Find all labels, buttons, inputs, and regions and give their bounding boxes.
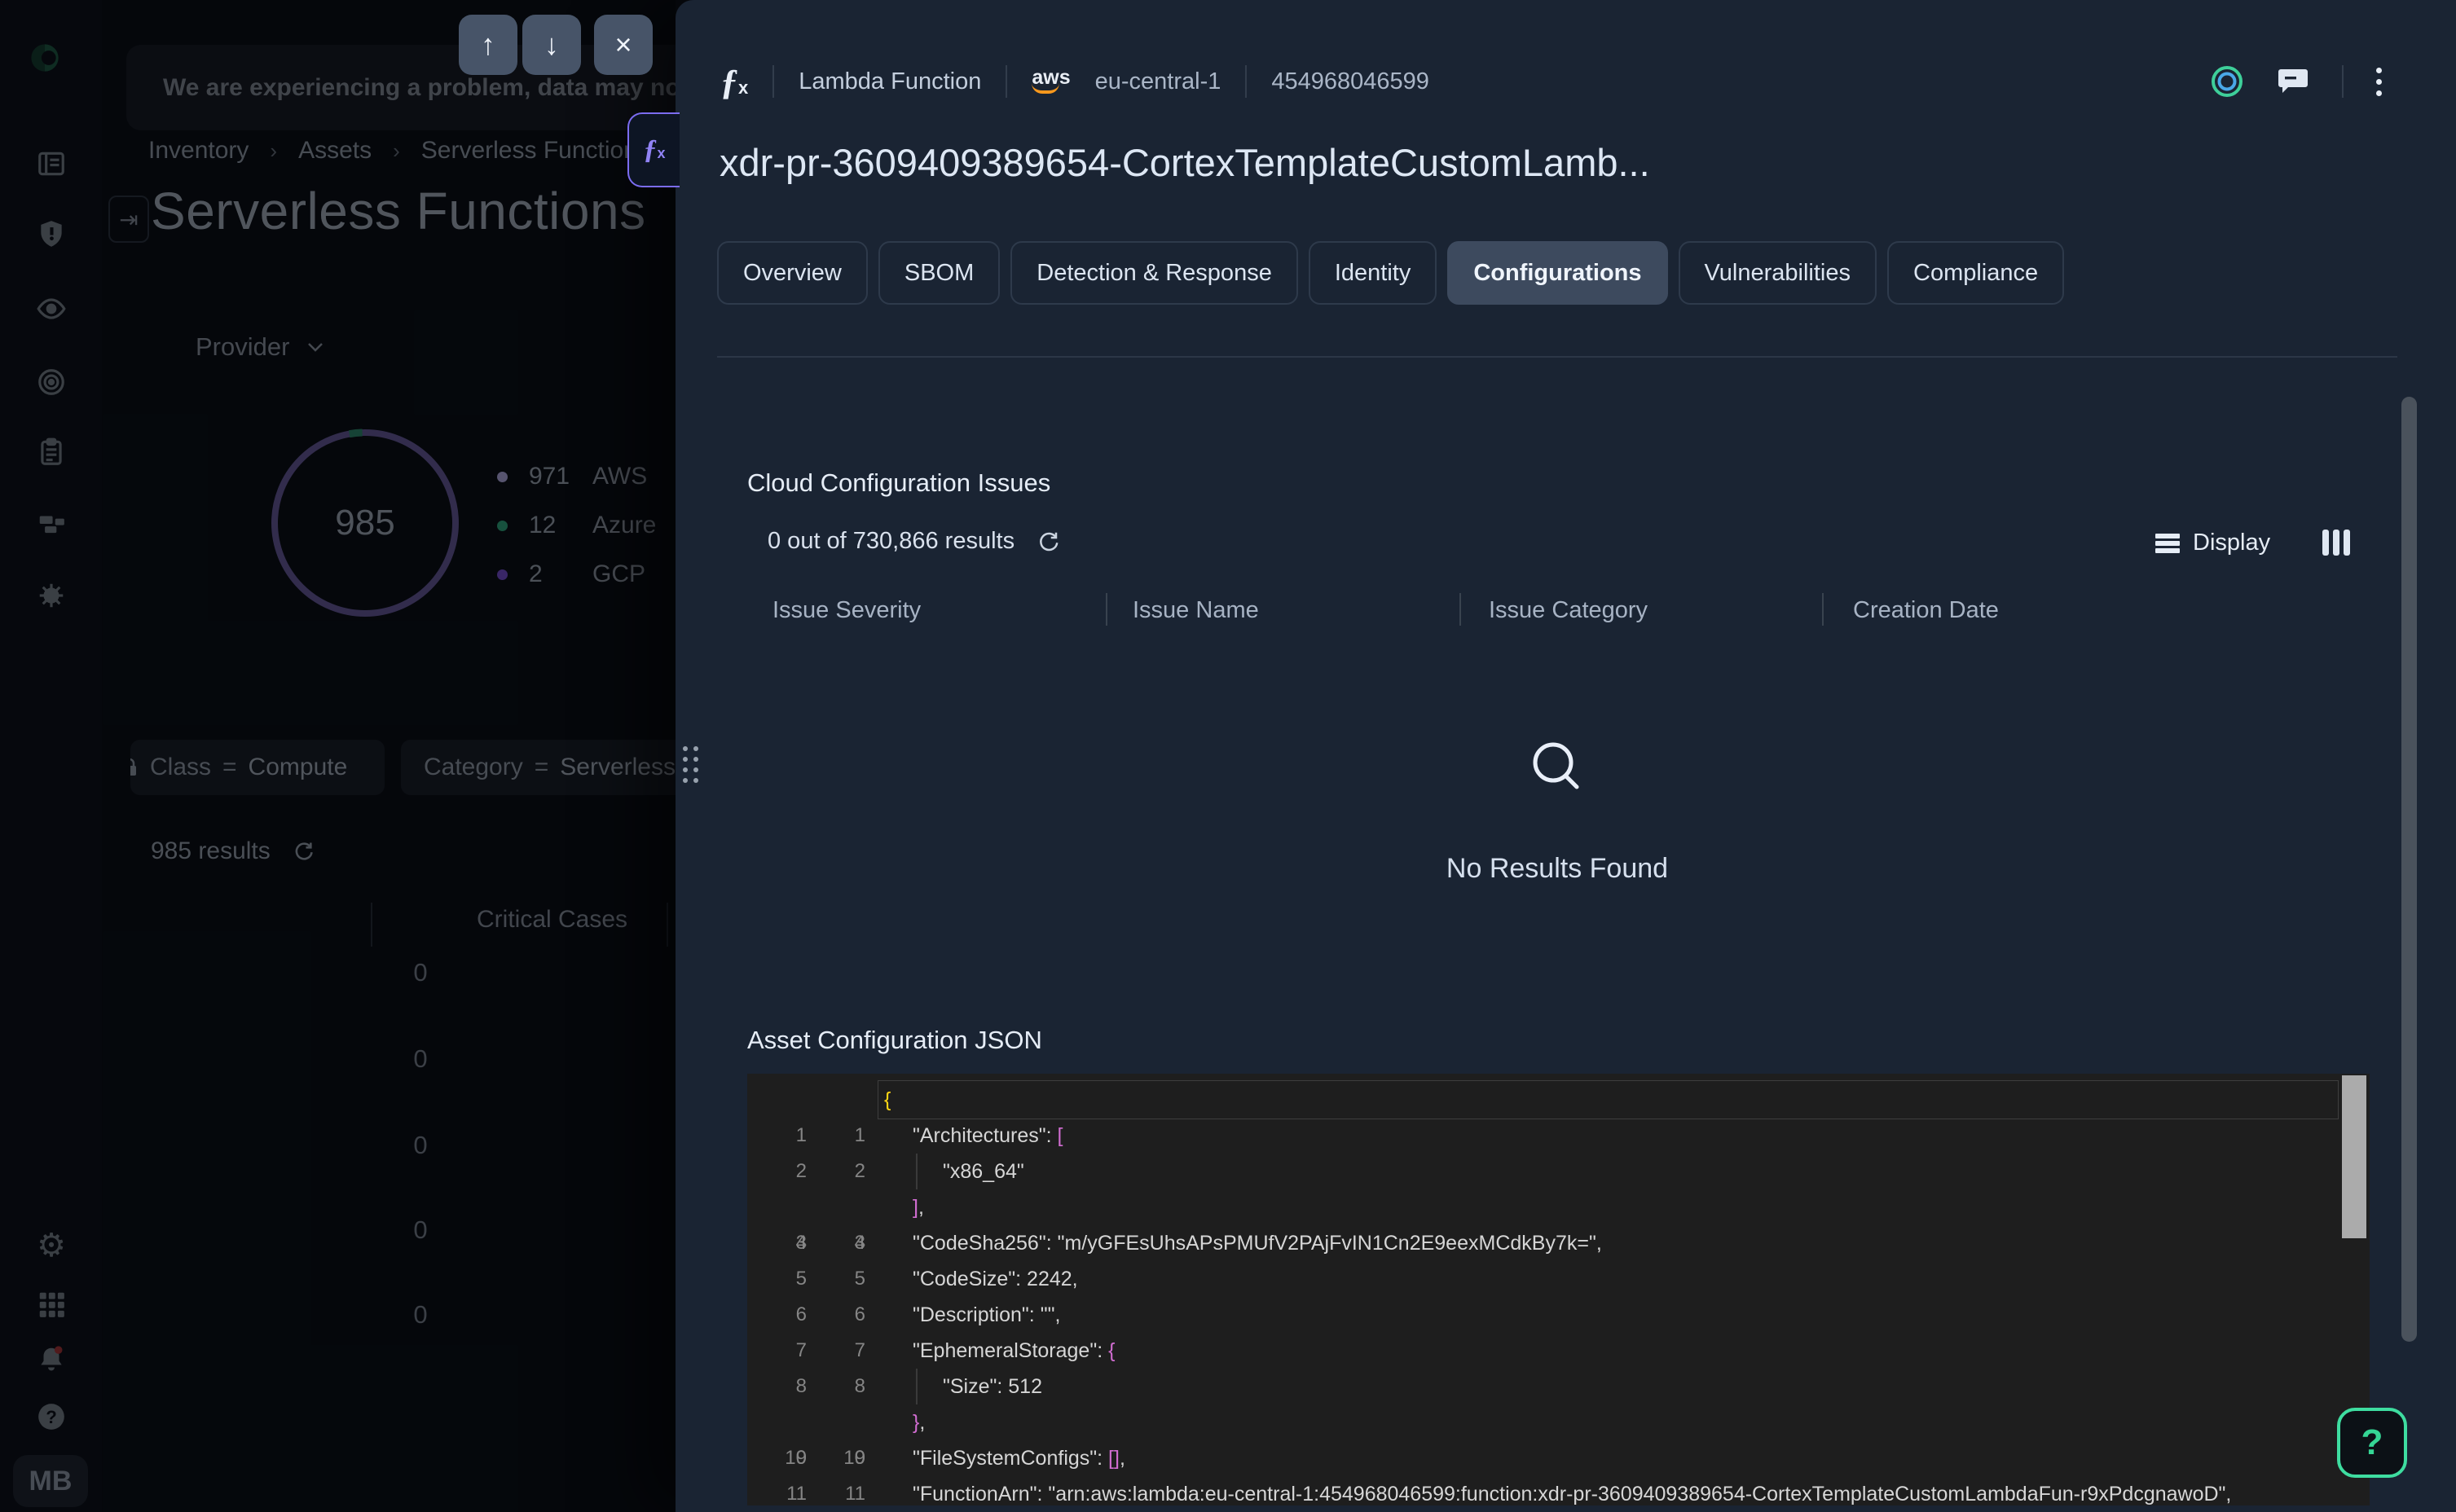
asset-title: xdr-pr-3609409389654-CortexTemplateCusto… <box>720 140 2349 185</box>
display-rows-icon <box>2155 533 2180 554</box>
panel-scrollbar-thumb[interactable] <box>2401 397 2417 1342</box>
code-line: 11 { <box>747 1082 2370 1118</box>
no-results-text: No Results Found <box>1394 853 1720 885</box>
tab-detection-response[interactable]: Detection & Response <box>1010 241 1298 305</box>
more-options-icon[interactable] <box>2376 62 2382 102</box>
prev-asset-button[interactable]: ↑ <box>459 15 517 75</box>
lambda-fx-icon: ƒx <box>643 134 665 165</box>
ai-ring-icon[interactable] <box>2210 64 2244 99</box>
code-scrollbar-thumb[interactable] <box>2342 1075 2366 1238</box>
tab-vulnerabilities[interactable]: Vulnerabilities <box>1679 241 1877 305</box>
tabs-divider <box>717 356 2397 358</box>
actions-divider <box>2342 65 2344 98</box>
tab-identity[interactable]: Identity <box>1309 241 1437 305</box>
code-line: 22 "Architectures": [ <box>747 1118 2370 1154</box>
chat-icon[interactable] <box>2277 66 2309 97</box>
panel-header: ƒx Lambda Function aws eu-central-1 4549… <box>720 57 1429 106</box>
code-line: 55 "CodeSha256": "m/yGFEsUhsAPsPMUfV2PAj… <box>747 1225 2370 1261</box>
json-section-heading: Asset Configuration JSON <box>747 1026 1042 1055</box>
col-issue-name[interactable]: Issue Name <box>1133 597 1259 624</box>
code-line: 99 "Size": 512 <box>747 1369 2370 1404</box>
header-divider <box>1245 65 1247 98</box>
header-divider <box>1006 65 1007 98</box>
display-button[interactable]: Display <box>2155 530 2270 556</box>
panel-actions <box>2210 60 2382 103</box>
lambda-panel-tab[interactable]: ƒx <box>627 112 680 187</box>
col-creation-date[interactable]: Creation Date <box>1853 597 1999 624</box>
refresh-icon[interactable] <box>1036 530 1060 554</box>
column-divider[interactable] <box>1106 593 1107 626</box>
code-line: 1010 }, <box>747 1404 2370 1440</box>
modal-dim-overlay <box>0 0 676 1512</box>
issues-results-summary: 0 out of 730,866 results <box>768 528 1060 555</box>
code-line: 77 "Description": "", <box>747 1297 2370 1333</box>
next-asset-button[interactable]: ↓ <box>522 15 581 75</box>
col-issue-category[interactable]: Issue Category <box>1489 597 1648 624</box>
col-issue-severity[interactable]: Issue Severity <box>772 597 921 624</box>
column-divider[interactable] <box>1459 593 1461 626</box>
panel-tabs: Overview SBOM Detection & Response Ident… <box>717 241 2064 305</box>
manage-columns-icon[interactable] <box>2322 530 2350 556</box>
close-panel-button[interactable]: × <box>594 15 653 75</box>
help-button[interactable]: ? <box>2337 1408 2407 1478</box>
column-divider[interactable] <box>1822 593 1824 626</box>
tab-configurations[interactable]: Configurations <box>1447 241 1667 305</box>
tab-compliance[interactable]: Compliance <box>1887 241 2064 305</box>
region-label: eu-central-1 <box>1095 68 1221 95</box>
code-line: 88 "EphemeralStorage": { <box>747 1333 2370 1369</box>
account-id-label: 454968046599 <box>1271 68 1429 95</box>
asset-type-label: Lambda Function <box>799 68 981 95</box>
tab-sbom[interactable]: SBOM <box>878 241 1000 305</box>
tab-overview[interactable]: Overview <box>717 241 868 305</box>
panel-resize-handle[interactable] <box>683 746 698 783</box>
search-icon <box>1526 737 1588 799</box>
header-divider <box>772 65 774 98</box>
code-line: 66 "CodeSize": 2242, <box>747 1261 2370 1297</box>
code-line: 1111 "FileSystemConfigs": [], <box>747 1440 2370 1476</box>
code-line: 1212 "FunctionArn": "arn:aws:lambda:eu-c… <box>747 1476 2370 1505</box>
issues-section-heading: Cloud Configuration Issues <box>747 468 1050 498</box>
code-line: 44 ], <box>747 1189 2370 1225</box>
empty-state: No Results Found <box>1394 737 1720 885</box>
app-root: ⚙ ? MB We are experiencing a problem, da… <box>0 0 2456 1512</box>
json-code-viewer[interactable]: 11 { 22 "Architectures": [ 33 "x86_64" 4… <box>747 1074 2370 1505</box>
code-line: 33 "x86_64" <box>747 1154 2370 1189</box>
lambda-function-icon: ƒx <box>720 61 748 103</box>
aws-logo-icon: aws <box>1032 69 1070 94</box>
